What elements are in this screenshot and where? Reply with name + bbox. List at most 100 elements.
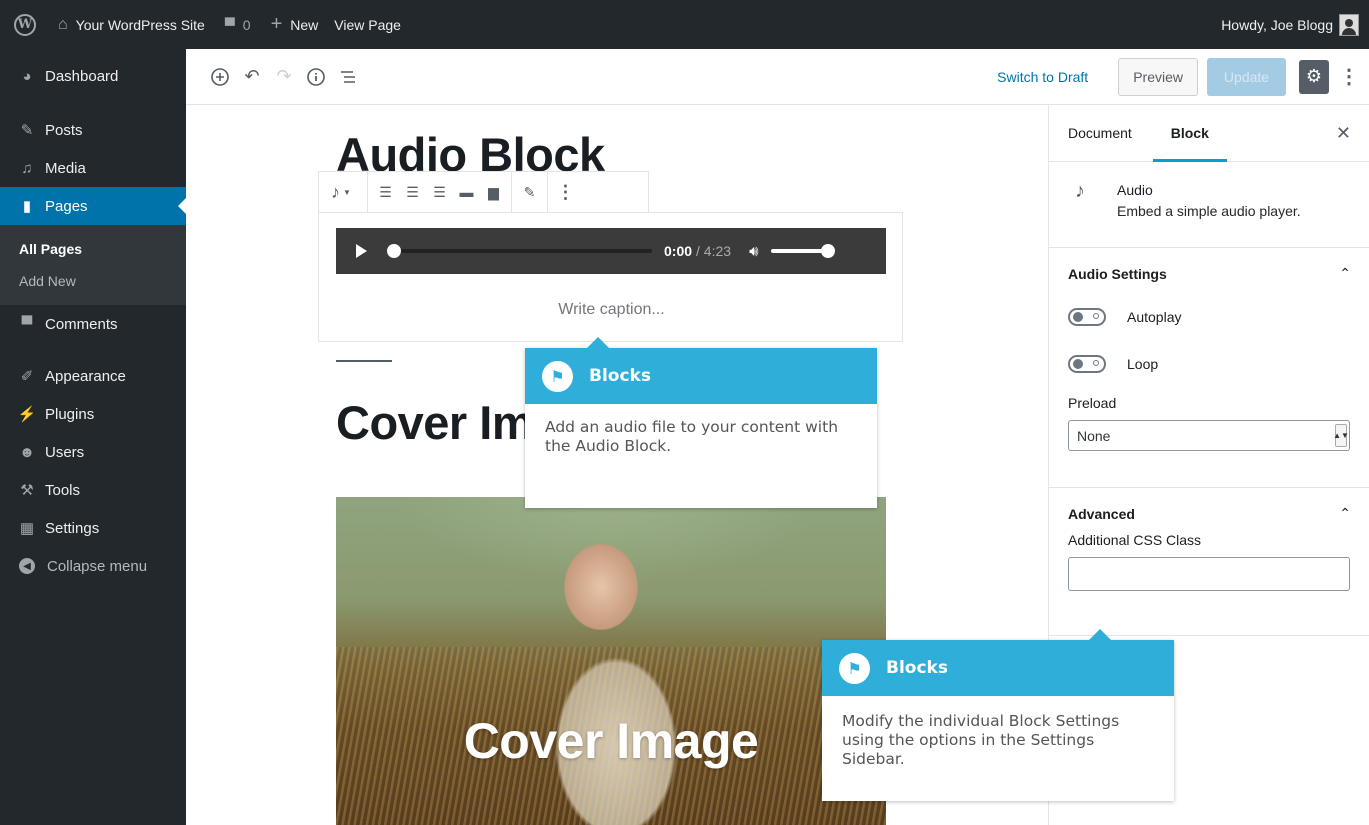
comment-bubble-icon: ▀	[224, 16, 235, 33]
admin-bar: W ⌂ Your WordPress Site ▀ 0 + New View P…	[0, 0, 1369, 49]
flag-icon: ⚑	[542, 360, 573, 392]
menu-item-plugins[interactable]: ⚡ Plugins	[0, 395, 186, 433]
submenu-all-pages[interactable]: All Pages	[0, 233, 186, 265]
menu-item-appearance[interactable]: ✐ Appearance	[0, 357, 186, 395]
preview-button[interactable]: Preview	[1118, 57, 1198, 96]
menu-label: Appearance	[45, 367, 126, 385]
pin-icon: ✎	[20, 122, 34, 139]
autoplay-row: Autoplay	[1049, 293, 1369, 340]
view-page-link[interactable]: View Page	[326, 0, 409, 49]
popup-header: ⚑ Blocks	[525, 348, 877, 404]
menu-item-dashboard[interactable]: ◕ Dashboard	[0, 57, 186, 95]
content-info-button[interactable]	[300, 61, 332, 93]
info-icon	[307, 67, 325, 86]
toolbar-divider	[367, 172, 368, 212]
audio-block[interactable]: 0:00/ 4:23 🔊︎ Write caption...	[318, 212, 903, 342]
menu-item-users[interactable]: ☻ Users	[0, 433, 186, 471]
autoplay-toggle[interactable]	[1068, 307, 1106, 326]
menu-label: Users	[45, 443, 85, 461]
list-view-icon	[341, 70, 355, 83]
submenu-add-new[interactable]: Add New	[0, 265, 186, 297]
align-center-button[interactable]: ☰	[399, 172, 426, 212]
popup-notch	[587, 337, 609, 348]
duration: / 4:23	[696, 243, 732, 259]
music-note-icon: ♪	[331, 181, 341, 202]
align-left-button[interactable]: ☰	[372, 172, 399, 212]
preload-label: Preload	[1068, 395, 1117, 411]
users-icon: ☻	[19, 443, 35, 461]
menu-item-comments[interactable]: ▀ Comments	[0, 305, 186, 343]
redo-button[interactable]: ↷	[268, 61, 300, 93]
volume-icon[interactable]: 🔊︎	[749, 243, 758, 260]
css-class-input[interactable]	[1068, 557, 1350, 591]
preload-select[interactable]: None ▲▼	[1068, 420, 1350, 451]
align-full-button[interactable]: ▆	[480, 172, 507, 212]
align-right-icon: ☰	[433, 183, 446, 200]
seek-handle[interactable]	[387, 244, 401, 258]
align-full-icon: ▆	[488, 183, 499, 200]
select-arrow-icon: ▲▼	[1333, 424, 1349, 447]
collapse-menu-button[interactable]: ◀ Collapse menu	[0, 547, 186, 585]
wp-logo-menu[interactable]: W	[0, 0, 50, 49]
brush-icon: ✐	[20, 368, 34, 385]
volume-slider[interactable]	[770, 244, 835, 258]
switch-to-draft-link[interactable]: Switch to Draft	[997, 69, 1088, 85]
gear-icon: ⚙	[1305, 66, 1323, 86]
block-navigation-button[interactable]	[332, 61, 364, 93]
new-label: New	[290, 16, 319, 33]
align-wide-button[interactable]: ▬	[453, 172, 480, 212]
update-button[interactable]: Update	[1207, 57, 1286, 96]
undo-button[interactable]: ↶	[236, 61, 268, 93]
help-popup-settings: ⚑ Blocks Modify the individual Block Set…	[822, 629, 1174, 801]
menu-item-media[interactable]: ♫ Media	[0, 149, 186, 187]
chevron-up-icon[interactable]: ⌃	[1339, 265, 1351, 282]
seek-slider[interactable]	[387, 244, 652, 258]
menu-item-settings[interactable]: ▦ Settings	[0, 509, 186, 547]
settings-toggle-button[interactable]: ⚙	[1299, 59, 1329, 94]
more-menu-button[interactable]: ⋮	[1339, 64, 1359, 89]
close-icon[interactable]: ✕	[1336, 123, 1351, 144]
block-switcher-button[interactable]: ♪ ▼	[319, 172, 363, 212]
caption-input[interactable]: Write caption...	[319, 301, 904, 319]
popup-notch	[1089, 629, 1111, 640]
more-options-button[interactable]: ⋮	[552, 172, 579, 212]
loop-row: Loop	[1049, 340, 1369, 387]
menu-label: Plugins	[45, 405, 95, 423]
block-toolbar: ♪ ▼ ☰ ☰ ☰ ▬ ▆ ✎ ⋮	[318, 171, 649, 213]
menu-label: Pages	[45, 197, 88, 215]
cover-image-text[interactable]: Cover Image	[336, 712, 886, 770]
dashboard-icon: ◕	[22, 67, 32, 85]
preload-value: None	[1077, 427, 1111, 444]
popup-body: Add an audio file to your content with t…	[545, 418, 839, 455]
current-time-value: 0:00	[664, 243, 693, 259]
align-right-button[interactable]: ☰	[426, 172, 453, 212]
separator-block[interactable]	[336, 360, 392, 362]
site-name: Your WordPress Site	[75, 16, 205, 33]
comments-link[interactable]: ▀ 0	[213, 0, 259, 49]
tab-document[interactable]: Document	[1068, 105, 1132, 162]
menu-label: Settings	[45, 519, 100, 537]
play-icon[interactable]	[356, 244, 367, 258]
site-name-link[interactable]: ⌂ Your WordPress Site	[50, 0, 213, 49]
popup-title: Blocks	[589, 366, 651, 386]
align-wide-icon: ▬	[459, 184, 474, 200]
edit-button[interactable]: ✎	[516, 172, 543, 212]
loop-toggle[interactable]	[1068, 354, 1106, 373]
sliders-icon: ▦	[19, 520, 35, 537]
media-icon: ♫	[21, 159, 33, 177]
new-content-link[interactable]: + New	[259, 0, 327, 49]
panel-title: Audio Settings	[1068, 266, 1167, 282]
wrench-icon: ⚒	[20, 482, 34, 499]
advanced-panel: Advanced ⌃ Additional CSS Class	[1049, 488, 1369, 636]
tab-block[interactable]: Block	[1152, 105, 1227, 162]
plug-icon: ⚡	[17, 406, 37, 423]
sidebar-tabs: Document Block ✕	[1049, 105, 1369, 162]
chevron-up-icon[interactable]: ⌃	[1339, 505, 1351, 522]
menu-item-pages[interactable]: ▮ Pages	[0, 187, 186, 225]
cover-image-block[interactable]: Cover Image	[336, 497, 886, 825]
menu-item-posts[interactable]: ✎ Posts	[0, 111, 186, 149]
menu-item-tools[interactable]: ⚒ Tools	[0, 471, 186, 509]
volume-handle[interactable]	[820, 244, 835, 258]
add-block-button[interactable]	[204, 61, 236, 93]
my-account-link[interactable]: Howdy, Joe Blogg	[1213, 0, 1369, 49]
